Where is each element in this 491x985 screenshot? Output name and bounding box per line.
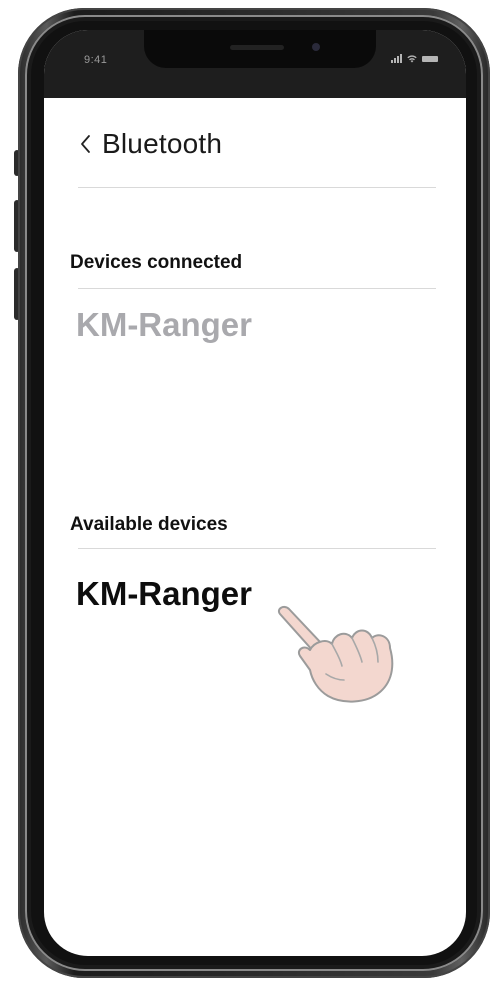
back-button[interactable]: Bluetooth xyxy=(78,128,222,160)
header-divider xyxy=(78,187,436,188)
wifi-icon xyxy=(407,55,417,63)
phone-screen: 9:41 Bluetooth Devices connected KM-Rang… xyxy=(44,30,466,956)
status-time: 9:41 xyxy=(84,54,108,66)
speaker-grille xyxy=(230,45,284,50)
battery-icon xyxy=(422,56,438,62)
signal-icon xyxy=(391,54,402,63)
page-title: Bluetooth xyxy=(102,128,223,159)
section-divider-available xyxy=(78,548,436,549)
chevron-left-icon xyxy=(81,135,90,153)
available-device-item[interactable]: KM-Ranger xyxy=(76,575,252,613)
status-bar: 9:41 xyxy=(44,30,466,98)
section-title-available: Available devices xyxy=(70,514,228,535)
section-divider-connected xyxy=(78,288,436,289)
phone-mockup: 9:41 Bluetooth Devices connected KM-Rang… xyxy=(0,0,491,985)
section-title-connected: Devices connected xyxy=(70,252,243,273)
status-icons xyxy=(391,54,438,63)
front-camera xyxy=(312,43,320,51)
connected-device-item[interactable]: KM-Ranger xyxy=(76,306,252,344)
tapping-hand-icon xyxy=(278,605,394,703)
